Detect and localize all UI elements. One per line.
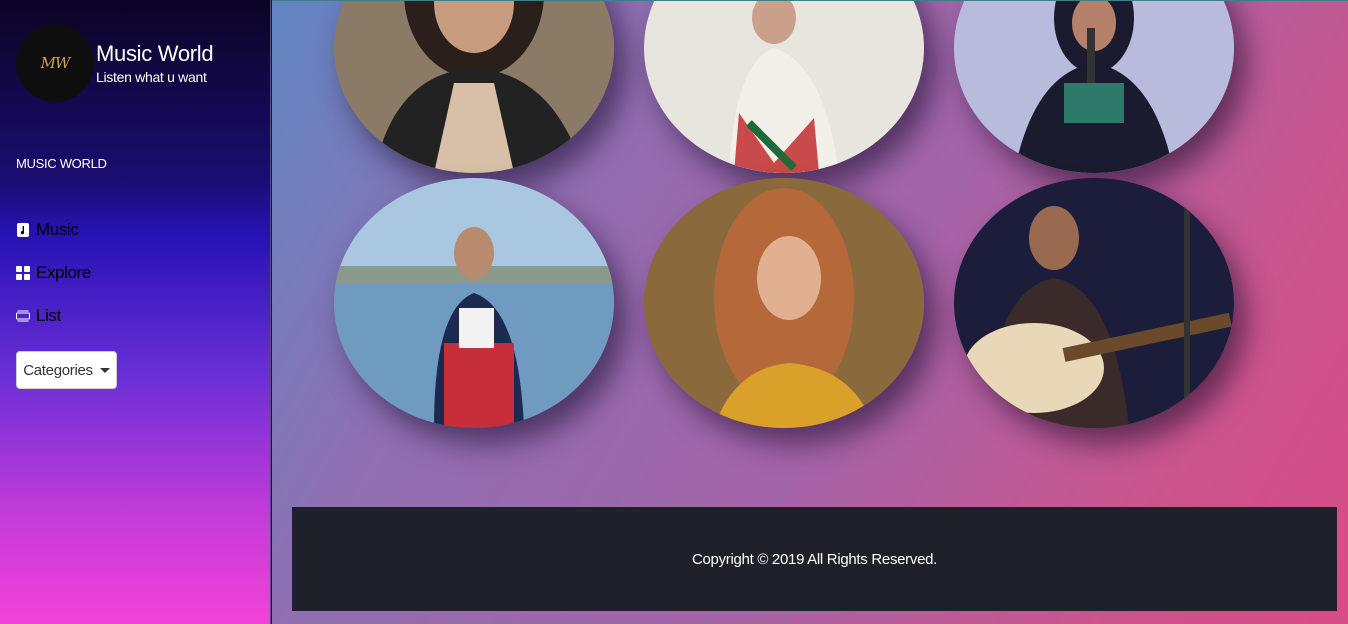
sidebar-item-list[interactable]: List [16,294,91,337]
logo-mark: MW [40,54,71,72]
brand[interactable]: MW Music World Listen what u want [16,24,214,102]
artist-card[interactable] [644,1,924,173]
artist-photo [334,1,614,173]
caret-down-icon [99,367,110,373]
list-icon [16,309,30,323]
artist-photo [334,178,614,428]
artist-photo [954,1,1234,173]
brand-title: Music World [96,41,214,66]
grid-icon [16,265,30,280]
artist-card[interactable] [334,1,614,173]
sidebar-item-label: List [36,305,61,325]
sidebar-item-label: Explore [36,262,91,282]
sidebar-item-explore[interactable]: Explore [16,251,91,294]
sidebar-item-label: Music [36,219,79,239]
copyright-text: Copyright © 2019 All Rights Reserved. [691,550,938,568]
sidebar-item-music[interactable]: Music [16,208,91,251]
artist-photo [644,178,924,428]
artist-card[interactable] [954,1,1234,173]
artist-photo [644,1,924,173]
logo[interactable]: MW [16,24,94,102]
artist-card[interactable] [334,178,614,428]
categories-label: Categories [23,361,93,379]
music-note-icon [16,222,30,237]
artist-card[interactable] [954,178,1234,428]
categories-dropdown[interactable]: Categories [16,351,117,389]
brand-text: Music World Listen what u want [96,40,214,86]
brand-subtitle: Listen what u want [96,69,207,85]
sidebar-section-label: MUSIC WORLD [16,156,107,171]
footer: Copyright © 2019 All Rights Reserved. [292,507,1337,611]
artist-card[interactable] [644,178,924,428]
sidebar-nav: Music Explore List [16,208,91,337]
sidebar: MW Music World Listen what u want MUSIC … [0,0,271,624]
artist-photo [954,178,1234,428]
main-content: Copyright © 2019 All Rights Reserved. [272,0,1348,624]
